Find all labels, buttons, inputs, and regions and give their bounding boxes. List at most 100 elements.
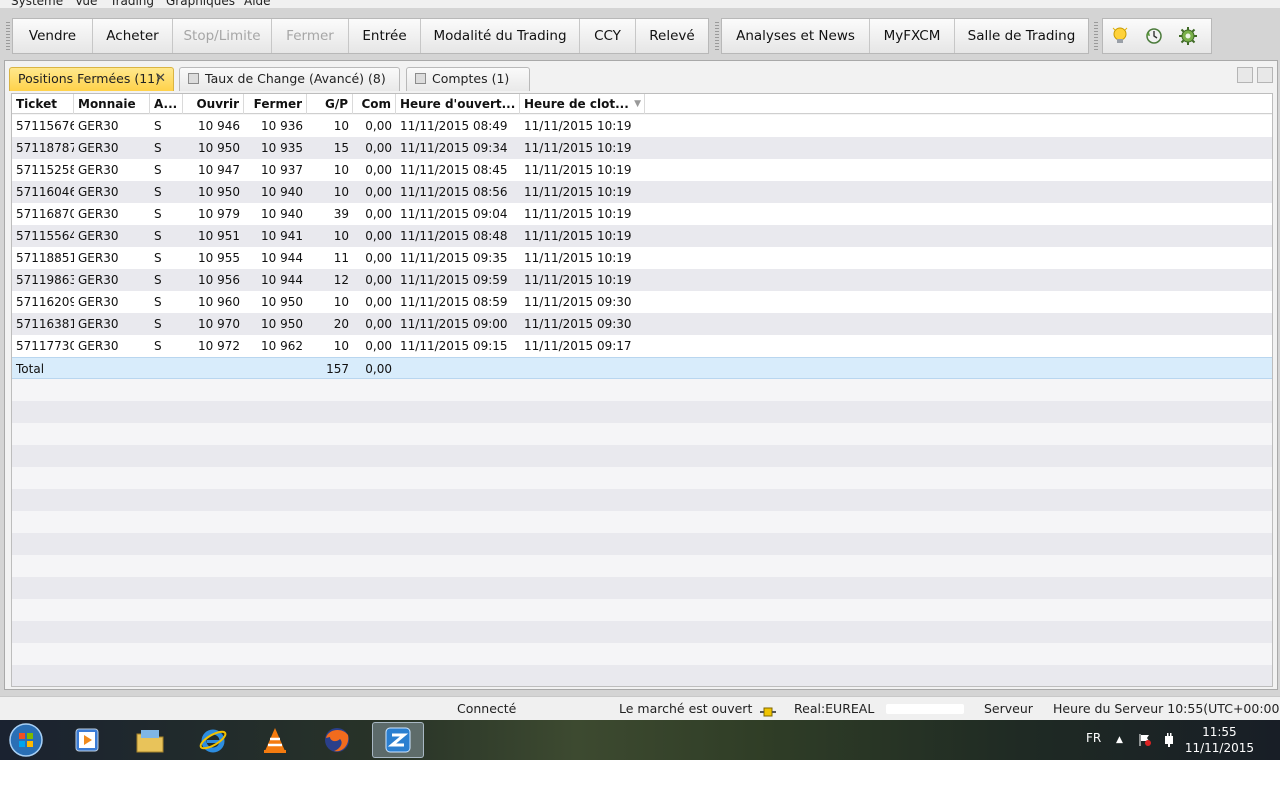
cell-pl: 10 xyxy=(333,163,349,177)
cell-action: S xyxy=(154,229,162,243)
system-clock[interactable]: 11:55 11/11/2015 xyxy=(1185,724,1254,756)
statement-button[interactable]: Relevé xyxy=(636,19,708,53)
cell-commission: 0,00 xyxy=(365,229,392,243)
cell-currency: GER30 xyxy=(78,141,119,155)
table-row[interactable]: 57116870 GER30 S 10 979 10 940 39 0,00 11/11/20… xyxy=(12,203,1272,225)
vlc-icon[interactable] xyxy=(252,722,298,758)
column-header-open-time[interactable]: Heure d'ouvert... xyxy=(396,94,520,114)
toolbar-grip[interactable] xyxy=(1094,22,1098,50)
account-redacted xyxy=(886,704,964,714)
lightbulb-icon[interactable] xyxy=(1103,19,1137,53)
column-header-open[interactable]: Ouvrir xyxy=(183,94,244,114)
cell-open-price: 10 951 xyxy=(198,229,240,243)
table-row[interactable]: 57115564 GER30 S 10 951 10 941 10 0,00 11/11/20… xyxy=(12,225,1272,247)
table-row[interactable]: 57119863 GER30 S 10 956 10 944 12 0,00 11/11/20… xyxy=(12,269,1272,291)
cell-open-price: 10 947 xyxy=(198,163,240,177)
media-player-icon[interactable] xyxy=(64,722,110,758)
total-row: Total 157 0,00 xyxy=(12,357,1272,379)
history-clock-icon[interactable] xyxy=(1137,19,1171,53)
table-row[interactable]: 57118787 GER30 S 10 950 10 935 15 0,00 11/11/20… xyxy=(12,137,1272,159)
menu-trading[interactable]: Trading xyxy=(110,0,154,8)
menu-graphiques[interactable]: Graphiques xyxy=(166,0,235,8)
settings-gear-icon[interactable] xyxy=(1171,19,1205,53)
stop-limit-button[interactable]: Stop/Limite xyxy=(173,19,272,53)
cell-pl: 15 xyxy=(333,141,349,155)
cell-action: S xyxy=(154,273,162,287)
language-indicator[interactable]: FR xyxy=(1086,720,1101,760)
tray-expand-icon[interactable]: ▲ xyxy=(1116,720,1123,760)
table-row[interactable]: 57115258 GER30 S 10 947 10 937 10 0,00 11/11/20… xyxy=(12,159,1272,181)
cell-commission: 0,00 xyxy=(365,163,392,177)
entry-order-button[interactable]: Entrée xyxy=(349,19,421,53)
cell-action: S xyxy=(154,317,162,331)
cell-close-time: 11/11/2015 09:30 xyxy=(524,295,632,309)
cell-ticket: 57116381 xyxy=(16,317,74,331)
toolbar-services: Analyses et News MyFXCM Salle de Trading xyxy=(721,18,1089,54)
cell-action: S xyxy=(154,207,162,221)
empty-row xyxy=(12,599,1272,621)
column-header-action[interactable]: A... xyxy=(150,94,183,114)
status-bar: Connecté Le marché est ouvert Real:EUREA… xyxy=(0,696,1280,720)
menu-aide[interactable]: Aide xyxy=(244,0,271,8)
sell-button[interactable]: Vendre xyxy=(13,19,93,53)
table-row[interactable]: 57118851 GER30 S 10 955 10 944 11 0,00 11/11/20… xyxy=(12,247,1272,269)
table-row[interactable]: 57115676 GER30 S 10 946 10 936 10 0,00 11/11/20… xyxy=(12,115,1272,137)
trading-mode-button[interactable]: Modalité du Trading xyxy=(421,19,580,53)
cell-ticket: 57116870 xyxy=(16,207,74,221)
column-header-close[interactable]: Fermer xyxy=(244,94,307,114)
cell-open-price: 10 956 xyxy=(198,273,240,287)
table-row[interactable]: 57116381 GER30 S 10 970 10 950 20 0,00 11/11/20… xyxy=(12,313,1272,335)
internet-explorer-icon[interactable] xyxy=(190,722,236,758)
tab-exchange-rates[interactable]: Taux de Change (Avancé) (8) xyxy=(179,67,400,91)
empty-row xyxy=(12,665,1272,686)
close-panel-icon[interactable] xyxy=(1257,67,1273,83)
column-header-close-time[interactable]: Heure de clot... ▼ xyxy=(520,94,645,114)
column-header-label: Heure de clot... xyxy=(524,97,629,111)
tab-closed-positions[interactable]: Positions Fermées (11) ✕ xyxy=(9,67,174,91)
column-header-pl[interactable]: G/P xyxy=(307,94,353,114)
start-orb-icon[interactable] xyxy=(4,722,48,758)
analysis-news-button[interactable]: Analyses et News xyxy=(722,19,870,53)
firefox-icon[interactable] xyxy=(314,722,360,758)
column-header-ticket[interactable]: Ticket xyxy=(12,94,74,114)
tab-accounts[interactable]: Comptes (1) xyxy=(406,67,530,91)
table-row[interactable]: 57117730 GER30 S 10 972 10 962 10 0,00 11/11/20… xyxy=(12,335,1272,357)
tab-label: Comptes (1) xyxy=(432,71,510,86)
cell-pl: 39 xyxy=(333,207,349,221)
menu-systeme[interactable]: Système xyxy=(11,0,63,8)
cell-action: S xyxy=(154,185,162,199)
cell-open-time: 11/11/2015 09:15 xyxy=(400,339,508,353)
account-label: Real:EUREAL xyxy=(794,701,875,716)
cell-pl: 10 xyxy=(333,185,349,199)
cell-open-price: 10 970 xyxy=(198,317,240,331)
menu-vue[interactable]: Vue xyxy=(75,0,97,8)
cell-open-time: 11/11/2015 08:59 xyxy=(400,295,508,309)
restore-icon[interactable] xyxy=(1237,67,1253,83)
empty-row xyxy=(12,379,1272,401)
toolbar-grip[interactable] xyxy=(715,22,719,50)
cell-open-price: 10 950 xyxy=(198,141,240,155)
trading-room-button[interactable]: Salle de Trading xyxy=(955,19,1088,53)
cell-currency: GER30 xyxy=(78,251,119,265)
tab-label: Taux de Change (Avancé) (8) xyxy=(205,71,386,86)
cell-action: S xyxy=(154,295,162,309)
toolbar-grip[interactable] xyxy=(6,22,10,50)
cell-open-time: 11/11/2015 09:04 xyxy=(400,207,508,221)
table-row[interactable]: 57116046 GER30 S 10 950 10 940 10 0,00 11/11/20… xyxy=(12,181,1272,203)
window-icon xyxy=(188,73,199,84)
clock-date: 11/11/2015 xyxy=(1184,741,1254,755)
buy-button[interactable]: Acheter xyxy=(93,19,173,53)
close-position-button[interactable]: Fermer xyxy=(272,19,349,53)
server-time: Heure du Serveur 10:55(UTC+00:00) xyxy=(1053,701,1280,716)
myfxcm-button[interactable]: MyFXCM xyxy=(870,19,955,53)
table-row[interactable]: 57116209 GER30 S 10 960 10 950 10 0,00 11/11/20… xyxy=(12,291,1272,313)
cell-close-price: 10 940 xyxy=(261,207,303,221)
trading-station-icon[interactable] xyxy=(372,722,424,758)
close-icon[interactable]: ✕ xyxy=(155,68,166,90)
file-explorer-icon[interactable] xyxy=(127,722,173,758)
ccy-button[interactable]: CCY xyxy=(580,19,636,53)
empty-row xyxy=(12,401,1272,423)
column-header-commission[interactable]: Com xyxy=(353,94,396,114)
column-header-currency[interactable]: Monnaie xyxy=(74,94,150,114)
cell-close-price: 10 936 xyxy=(261,119,303,133)
